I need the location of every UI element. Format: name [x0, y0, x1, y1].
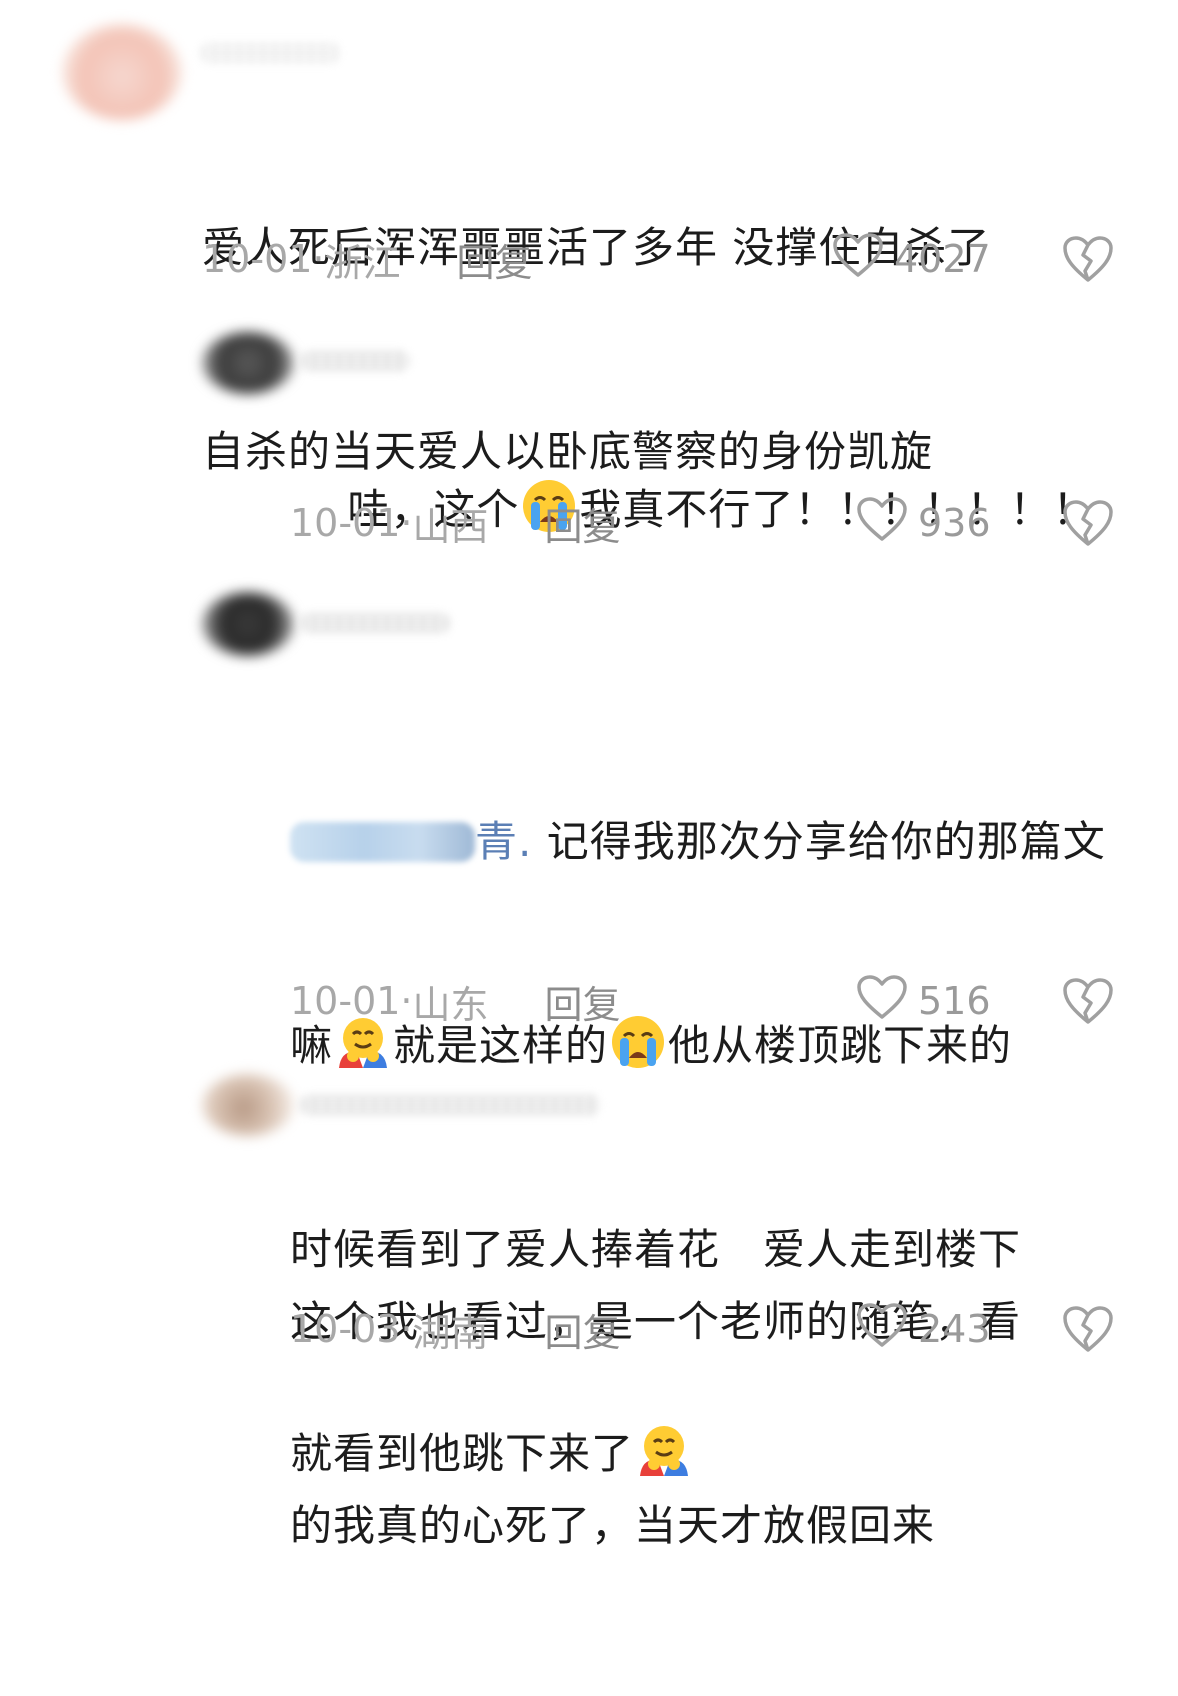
avatar[interactable]	[202, 592, 294, 656]
dislike-button[interactable]	[1062, 498, 1114, 552]
reply-button[interactable]: 回复	[545, 496, 621, 551]
dislike-button[interactable]	[1062, 976, 1114, 1030]
avatar[interactable]	[62, 24, 182, 120]
username-blurred[interactable]	[300, 350, 410, 372]
like-count: 936	[918, 501, 991, 545]
like-button[interactable]: 4027	[832, 232, 991, 287]
like-button[interactable]: 936	[856, 496, 991, 551]
reply-button[interactable]: 回复	[545, 974, 621, 1029]
dislike-button[interactable]	[1062, 1304, 1114, 1358]
heart-outline-icon	[856, 1302, 918, 1357]
broken-heart-icon	[1062, 1306, 1114, 1358]
comment-date: 10-03	[290, 1307, 401, 1351]
comment-region: 浙江	[324, 240, 401, 285]
comment-date: 10-01	[202, 237, 313, 281]
comment-region: 山东	[412, 982, 489, 1027]
comment-region: 山西	[412, 504, 489, 549]
like-button[interactable]: 243	[856, 1302, 991, 1357]
comment-text-part: 记得我那次分享给你的那篇文	[532, 817, 1106, 866]
mention-blurred[interactable]	[290, 822, 475, 862]
comment-text: 这个我也看过，是一个老师的随笔，看 的我真的心死了，当天才放假回来	[290, 1152, 1021, 1696]
comment-line: 的我真的心死了，当天才放假回来	[290, 1501, 936, 1550]
username-blurred[interactable]	[200, 42, 340, 64]
avatar[interactable]	[202, 332, 294, 394]
heart-outline-icon	[856, 496, 918, 551]
meta-separator: ·	[400, 1307, 413, 1351]
comment-meta: 10-01 · 浙江 回复	[202, 232, 533, 287]
comment-text-part: 他从楼顶跳下来的	[668, 1021, 1013, 1070]
like-count: 243	[918, 1307, 991, 1351]
comment-meta: 10-01 · 山东 回复	[290, 974, 621, 1029]
like-button[interactable]: 516	[856, 974, 991, 1029]
comment-meta: 10-03 · 湖南 回复	[290, 1302, 621, 1357]
reply-button[interactable]: 回复	[545, 1302, 621, 1357]
comment-line: 青. 记得我那次分享给你的那篇文	[290, 808, 1106, 876]
broken-heart-icon	[1062, 500, 1114, 552]
comment-date: 10-01	[290, 979, 401, 1023]
reply-button[interactable]: 回复	[457, 232, 533, 287]
comment-meta: 10-01 · 山西 回复	[290, 496, 621, 551]
meta-separator: ·	[400, 979, 413, 1023]
username-blurred[interactable]	[300, 1094, 600, 1116]
dislike-button[interactable]	[1062, 234, 1114, 288]
mention-suffix: 青.	[475, 817, 533, 866]
heart-outline-icon	[856, 974, 918, 1029]
heart-outline-icon	[832, 232, 894, 287]
username-blurred[interactable]	[300, 612, 450, 634]
comment-text-part: 我真不行了！！！！！！！	[579, 485, 1096, 534]
broken-heart-icon	[1062, 978, 1114, 1030]
meta-separator: ·	[312, 237, 325, 281]
comment-text-part: 嘛	[290, 1021, 334, 1070]
broken-heart-icon	[1062, 236, 1114, 288]
like-count: 516	[918, 979, 991, 1023]
meta-separator: ·	[400, 501, 413, 545]
avatar[interactable]	[202, 1074, 294, 1136]
like-count: 4027	[894, 237, 991, 281]
comment-date: 10-01	[290, 501, 401, 545]
comment-region: 湖南	[412, 1310, 489, 1355]
